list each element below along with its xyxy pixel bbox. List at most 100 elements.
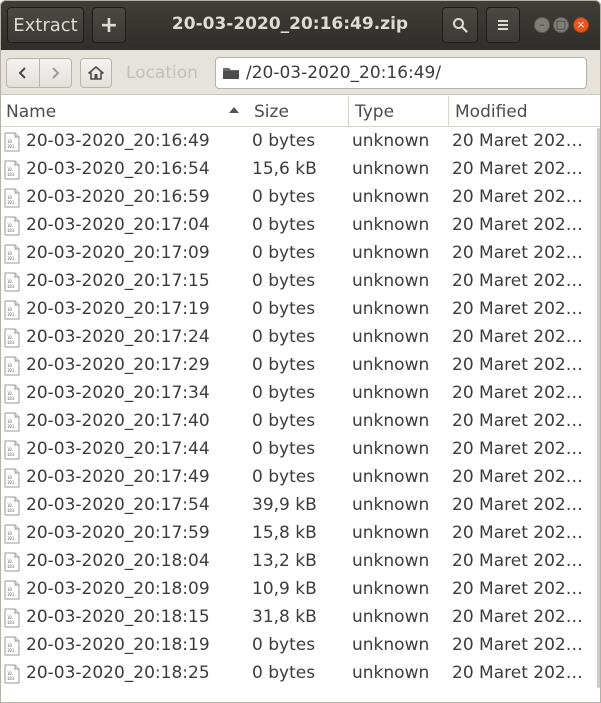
file-type: unknown [352,635,430,655]
file-row[interactable]: 10 101 20-03-2020_20:17:44 0 bytes unknow… [0,436,601,464]
file-name: 20-03-2020_20:17:40 [26,411,210,431]
text-file-icon: 10101 [4,384,20,404]
file-row[interactable]: 10 101 20-03-2020_20:18:15 31,8 kB unknow… [0,604,601,632]
file-list: 10 101 20-03-2020_20:16:49 0 bytes unknow… [0,128,601,688]
file-modified: 20 Maret 2020,... [452,467,592,487]
file-name: 20-03-2020_20:18:19 [26,635,210,655]
close-button[interactable]: × [573,17,589,33]
svg-text:101: 101 [7,536,15,541]
close-icon: × [576,18,586,31]
forward-button[interactable] [38,59,71,87]
file-type: unknown [352,271,430,291]
location-path-field[interactable]: /20-03-2020_20:16:49/ [215,57,587,89]
file-size: 15,8 kB [252,523,317,543]
file-name: 20-03-2020_20:18:15 [26,607,210,627]
file-row[interactable]: 10 101 20-03-2020_20:17:24 0 bytes unknow… [0,324,601,352]
file-name: 20-03-2020_20:17:54 [26,495,210,515]
text-file-icon: 10101 [4,524,20,544]
file-size: 39,9 kB [252,495,317,515]
svg-text:101: 101 [7,368,15,373]
text-file-icon: 10101 [4,608,20,628]
file-row[interactable]: 10 101 20-03-2020_20:17:09 0 bytes unknow… [0,240,601,268]
file-type: unknown [352,383,430,403]
file-row[interactable]: 10 101 20-03-2020_20:17:59 15,8 kB unknow… [0,520,601,548]
file-row[interactable]: 10 101 20-03-2020_20:18:09 10,9 kB unknow… [0,576,601,604]
menu-button[interactable] [486,7,520,43]
column-header-type[interactable]: Type [348,96,448,127]
chevron-left-icon [18,67,26,79]
file-row[interactable]: 10 101 20-03-2020_20:17:19 0 bytes unknow… [0,296,601,324]
file-modified: 20 Maret 2020,... [452,327,592,347]
text-file-icon: 10101 [4,132,20,152]
file-size: 0 bytes [252,439,316,459]
file-row[interactable]: 10 101 20-03-2020_20:18:25 0 bytes unknow… [0,660,601,688]
file-row[interactable]: 10 101 20-03-2020_20:17:40 0 bytes unknow… [0,408,601,436]
file-type: unknown [352,495,430,515]
file-modified: 20 Maret 2020,... [452,355,592,375]
file-row[interactable]: 10 101 20-03-2020_20:17:04 0 bytes unknow… [0,212,601,240]
vertical-scrollbar[interactable] [597,128,600,688]
hamburger-menu-icon [498,20,508,30]
header-bar: Extract + 20-03-2020_20:16:49.zip – □ × [0,0,601,50]
column-header-name[interactable]: Name [0,96,248,127]
file-row[interactable]: 10 101 20-03-2020_20:16:59 0 bytes unknow… [0,184,601,212]
svg-text:101: 101 [7,312,15,317]
text-file-icon: 10101 [4,440,20,460]
file-size: 10,9 kB [252,579,317,599]
text-file-icon: 10101 [4,412,20,432]
file-name: 20-03-2020_20:16:54 [26,159,210,179]
file-modified: 20 Maret 2020,... [452,523,592,543]
minimize-button[interactable]: – [534,17,550,33]
file-row[interactable]: 10 101 20-03-2020_20:18:19 0 bytes unknow… [0,632,601,660]
svg-text:101: 101 [7,256,15,261]
file-modified: 20 Maret 2020,... [452,551,592,571]
file-type: unknown [352,439,430,459]
home-button[interactable] [80,58,112,88]
maximize-button[interactable]: □ [553,17,569,33]
add-files-button[interactable]: + [92,7,126,43]
navigation-buttons [6,58,72,88]
svg-text:101: 101 [7,144,15,149]
file-type: unknown [352,131,430,151]
text-file-icon: 10101 [4,328,20,348]
column-type-label: Type [355,101,395,122]
file-type: unknown [352,523,430,543]
text-file-icon: 10101 [4,216,20,236]
search-button[interactable] [442,7,478,43]
file-modified: 20 Maret 2020,... [452,159,592,179]
svg-text:101: 101 [7,676,15,681]
file-type: unknown [352,327,430,347]
file-row[interactable]: 10 101 20-03-2020_20:16:49 0 bytes unknow… [0,128,601,156]
back-button[interactable] [7,59,39,87]
file-type: unknown [352,355,430,375]
column-modified-label: Modified [455,101,528,122]
file-modified: 20 Maret 2020,... [452,439,592,459]
file-size: 13,2 kB [252,551,317,571]
file-row[interactable]: 10 101 20-03-2020_20:16:54 15,6 kB unknow… [0,156,601,184]
column-name-label: Name [6,101,57,122]
svg-text:101: 101 [7,452,15,457]
file-type: unknown [352,243,430,263]
file-row[interactable]: 10 101 20-03-2020_20:17:54 39,9 kB unknow… [0,492,601,520]
column-header-size[interactable]: Size [248,96,348,127]
file-row[interactable]: 10 101 20-03-2020_20:17:34 0 bytes unknow… [0,380,601,408]
file-size: 0 bytes [252,663,316,683]
file-row[interactable]: 10 101 20-03-2020_20:17:49 0 bytes unknow… [0,464,601,492]
window-title: 20-03-2020_20:16:49.zip [171,14,409,34]
svg-text:101: 101 [7,480,15,485]
text-file-icon: 10101 [4,496,20,516]
file-type: unknown [352,159,430,179]
column-header-modified[interactable]: Modified [448,96,601,127]
file-size: 0 bytes [252,467,316,487]
file-name: 20-03-2020_20:18:04 [26,551,210,571]
file-name: 20-03-2020_20:17:09 [26,243,210,263]
file-size: 15,6 kB [252,159,317,179]
file-modified: 20 Maret 2020,... [452,607,592,627]
file-name: 20-03-2020_20:17:24 [26,327,210,347]
file-size: 0 bytes [252,411,316,431]
text-file-icon: 10101 [4,552,20,572]
file-row[interactable]: 10 101 20-03-2020_20:17:15 0 bytes unknow… [0,268,601,296]
file-row[interactable]: 10 101 20-03-2020_20:18:04 13,2 kB unknow… [0,548,601,576]
file-row[interactable]: 10 101 20-03-2020_20:17:29 0 bytes unknow… [0,352,601,380]
extract-button[interactable]: Extract [7,7,84,43]
